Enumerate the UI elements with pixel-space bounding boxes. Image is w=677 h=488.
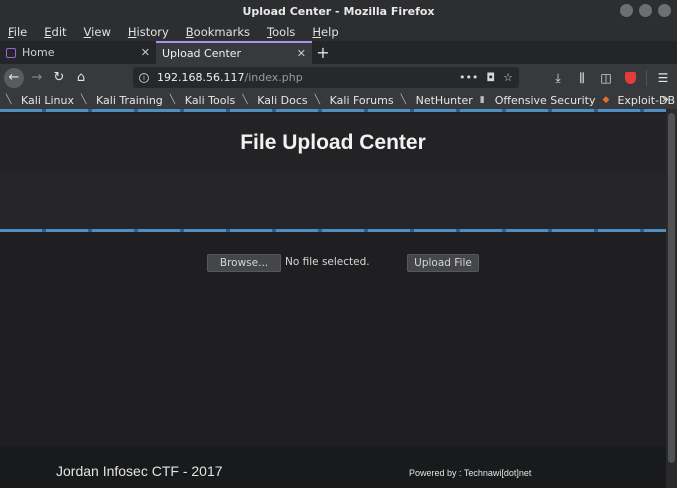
hamburger-icon: ☰ (657, 71, 669, 85)
upload-button[interactable]: Upload File (407, 254, 479, 272)
tab-strip: Home ✕ Upload Center ✕ + (0, 41, 677, 64)
tab-label: Home (22, 46, 55, 59)
bookmark-label: Offensive Security (494, 93, 596, 107)
toolbar-separator (646, 70, 647, 86)
kali-dragon-icon: ╲ (169, 95, 176, 105)
toolbar-right: ⤓ ⫼ ◫ ☰ (548, 67, 673, 89)
maximize-button[interactable] (639, 4, 652, 17)
info-icon[interactable]: i (139, 72, 149, 83)
window-controls (620, 4, 671, 17)
top-stripe (0, 109, 666, 112)
powered-by: Powered by : Technawi[dot]net (409, 468, 532, 478)
page-icon (6, 47, 16, 58)
browse-button[interactable]: Browse... (207, 254, 281, 272)
exploitdb-icon: ◆ (602, 95, 610, 105)
offsec-icon: ▮ (479, 95, 485, 105)
bookmark-kali-training[interactable]: ╲ Kali Training (81, 94, 163, 107)
menu-tools[interactable]: Tools (267, 25, 295, 39)
bookmark-label: NetHunter (415, 93, 473, 107)
close-icon[interactable]: ✕ (141, 46, 150, 59)
footer-credit: Jordan Infosec CTF - 2017 (56, 463, 223, 479)
bookmark-label: Kali Linux (21, 93, 75, 107)
page-actions: ••• ◘ ☆ (459, 71, 513, 84)
sidebar-icon: ◫ (600, 71, 612, 85)
bookmark-nethunter[interactable]: ╲ NetHunter (401, 94, 473, 107)
upload-form: Browse... No file selected. Upload File (0, 254, 666, 272)
bookmark-label: Kali Forums (329, 93, 394, 107)
vertical-scrollbar[interactable] (666, 109, 677, 488)
url-path: /index.php (244, 71, 303, 84)
close-icon[interactable]: ✕ (297, 47, 306, 60)
page-footer: Jordan Infosec CTF - 2017 Powered by : T… (0, 446, 666, 488)
library-icon: ⫼ (579, 70, 585, 85)
shield-icon (624, 72, 636, 84)
minimize-button[interactable] (620, 4, 633, 17)
menu-button[interactable]: ☰ (653, 67, 673, 89)
bookmark-kali-linux[interactable]: ╲ Kali Linux (6, 94, 74, 107)
menu-help[interactable]: Help (312, 25, 338, 39)
bookmark-kali-docs[interactable]: ╲ Kali Docs (242, 94, 307, 107)
kali-dragon-icon: ╲ (6, 95, 12, 105)
url-host: 192.168.56.117 (157, 71, 245, 84)
reload-icon: ↻ (53, 70, 65, 85)
header-subband (0, 173, 666, 229)
arrow-left-icon: ← (8, 70, 20, 85)
bookmark-kali-tools[interactable]: ╲ Kali Tools (170, 94, 235, 107)
url-bar[interactable]: i 192.168.56.117 /index.php ••• ◘ ☆ (133, 67, 519, 88)
forward-button[interactable]: → (26, 67, 48, 89)
back-button[interactable]: ← (4, 67, 24, 88)
header-band: File Upload Center (0, 113, 666, 173)
home-icon: ⌂ (76, 70, 86, 85)
menu-bar: File Edit View History Bookmarks Tools H… (0, 22, 677, 41)
pocket-icon[interactable]: ◘ (486, 71, 495, 84)
kali-dragon-icon: ╲ (314, 95, 321, 105)
addon-button[interactable] (620, 67, 640, 89)
firefox-window: Upload Center - Mozilla Firefox File Edi… (0, 0, 677, 488)
tab-upload-center[interactable]: Upload Center ✕ (156, 41, 312, 64)
menu-file[interactable]: File (8, 25, 27, 39)
tab-label: Upload Center (162, 47, 242, 60)
menu-edit[interactable]: Edit (44, 25, 66, 39)
kali-dragon-icon: ╲ (242, 95, 248, 105)
reload-button[interactable]: ↻ (48, 67, 70, 89)
kali-dragon-icon: ╲ (400, 95, 407, 105)
kali-dragon-icon: ╲ (81, 95, 87, 105)
scrollbar-thumb[interactable] (668, 113, 675, 463)
page-title: File Upload Center (240, 131, 426, 154)
bookmark-kali-forums[interactable]: ╲ Kali Forums (315, 94, 394, 107)
new-tab-button[interactable]: + (312, 41, 334, 64)
navigation-toolbar: ← → ↻ ⌂ i 192.168.56.117 /index.php ••• … (0, 64, 677, 91)
bookmark-label: Kali Tools (184, 93, 236, 107)
chevron-right-icon[interactable]: » (662, 92, 669, 106)
window-title: Upload Center - Mozilla Firefox (242, 4, 435, 18)
bookmark-label: Kali Docs (257, 93, 308, 107)
page-content: File Upload Center Browse... No file sel… (0, 109, 666, 488)
file-status: No file selected. (285, 256, 370, 268)
bookmark-offensive-security[interactable]: ▮ Offensive Security (480, 94, 596, 107)
title-bar: Upload Center - Mozilla Firefox (0, 0, 677, 22)
menu-bookmarks[interactable]: Bookmarks (186, 25, 250, 39)
sidebar-button[interactable]: ◫ (596, 67, 616, 89)
download-icon: ⤓ (555, 70, 561, 85)
bookmarks-toolbar: ╲ Kali Linux ╲ Kali Training ╲ Kali Tools ╲… (0, 91, 677, 109)
bookmark-label: Kali Training (96, 93, 163, 107)
tab-home[interactable]: Home ✕ (0, 41, 156, 64)
bookmark-star-icon[interactable]: ☆ (503, 71, 513, 84)
arrow-right-icon: → (31, 70, 43, 85)
menu-view[interactable]: View (84, 25, 111, 39)
page-actions-menu-icon[interactable]: ••• (459, 71, 478, 84)
menu-history[interactable]: History (128, 25, 169, 39)
close-button[interactable] (658, 4, 671, 17)
downloads-button[interactable]: ⤓ (548, 67, 568, 89)
bottom-stripe (0, 229, 666, 232)
home-button[interactable]: ⌂ (70, 67, 92, 89)
library-button[interactable]: ⫼ (572, 67, 592, 89)
